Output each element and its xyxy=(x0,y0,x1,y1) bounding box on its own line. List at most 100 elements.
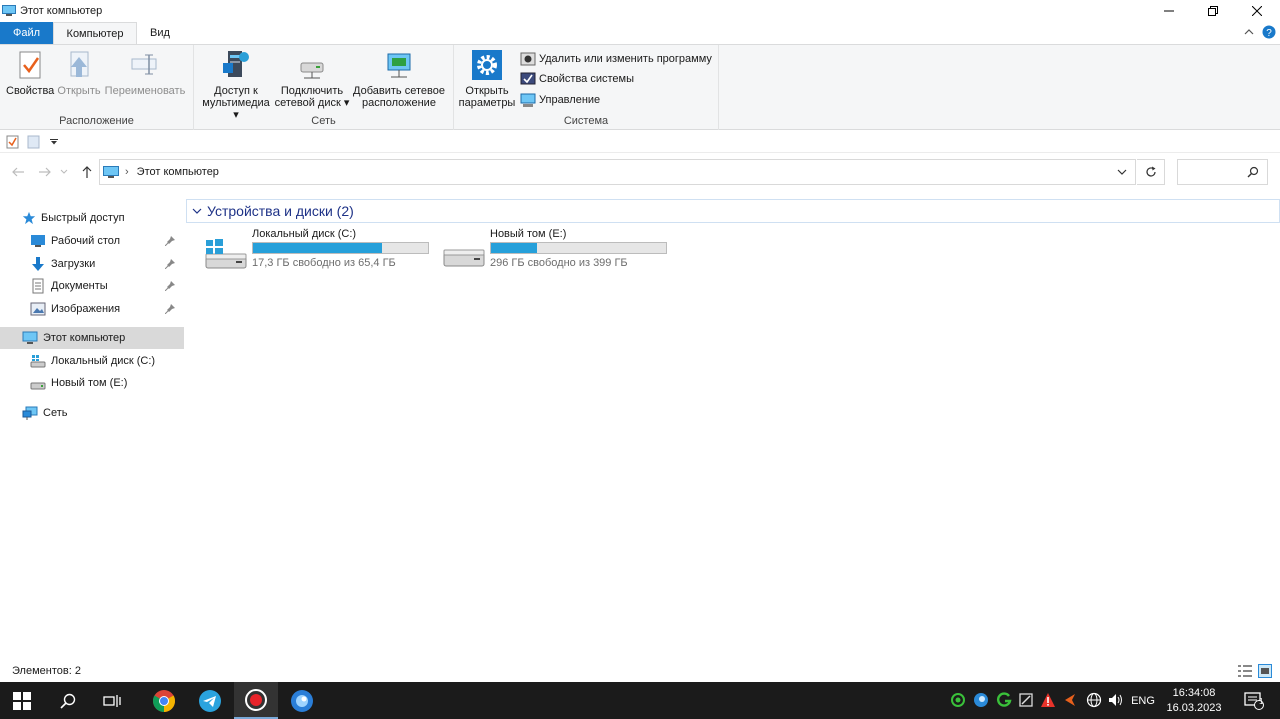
open-settings-button[interactable]: Открыть параметры xyxy=(456,49,518,109)
media-access-button[interactable]: Доступ к мультимедиа ▾ xyxy=(198,49,274,121)
ribbon-group-network: Доступ к мультимедиа ▾ Подключить сетево… xyxy=(194,45,454,130)
address-row: › Этот компьютер xyxy=(0,155,1280,189)
tab-computer[interactable]: Компьютер xyxy=(53,22,137,45)
minimize-button[interactable] xyxy=(1146,0,1192,22)
nav-item-network[interactable]: Сеть xyxy=(0,402,184,424)
chrome-icon xyxy=(153,689,175,712)
drive-item-c[interactable]: Локальный диск (C:) 17,3 ГБ свободно из … xyxy=(204,228,434,272)
breadcrumb-separator[interactable]: › xyxy=(125,166,129,178)
task-view-button[interactable] xyxy=(90,682,134,719)
qat-new-folder-icon[interactable] xyxy=(27,135,40,149)
content-pane: Устройства и диски (2) Локальный диск (C… xyxy=(186,196,1280,660)
telegram-icon xyxy=(199,689,221,712)
nav-item-documents[interactable]: Документы xyxy=(0,275,184,297)
map-drive-button[interactable]: Подключить сетевой диск ▾ xyxy=(274,49,350,109)
nav-item-drive-e[interactable]: Новый том (E:) xyxy=(0,372,184,394)
large-icons-view-icon[interactable] xyxy=(1258,664,1272,678)
navigation-pane: Быстрый доступ Рабочий стол Загрузки Док… xyxy=(0,200,184,660)
computer-management-icon xyxy=(520,93,536,107)
rename-icon xyxy=(131,54,157,75)
drive-item-e[interactable]: Новый том (E:) 296 ГБ свободно из 399 ГБ xyxy=(442,228,672,272)
ribbon-group-location: Свойства Открыть Переименовать Расположе… xyxy=(0,45,194,130)
this-pc-icon xyxy=(103,165,119,178)
taskbar-app[interactable] xyxy=(280,682,324,719)
taskbar-search-button[interactable] xyxy=(46,682,90,719)
start-button[interactable] xyxy=(0,682,44,719)
pin-icon[interactable] xyxy=(165,236,175,246)
nav-item-desktop[interactable]: Рабочий стол xyxy=(0,230,184,252)
system-drive-icon xyxy=(30,355,46,368)
details-view-icon[interactable] xyxy=(1238,665,1252,677)
uninstall-program-button[interactable]: Удалить или изменить программу xyxy=(520,50,712,68)
star-icon xyxy=(22,211,36,225)
ribbon: Свойства Открыть Переименовать Расположе… xyxy=(0,44,1280,130)
nav-item-drive-c[interactable]: Локальный диск (C:) xyxy=(0,350,184,372)
drive-icon xyxy=(443,249,485,267)
up-button[interactable] xyxy=(78,163,96,181)
address-bar[interactable]: › Этот компьютер xyxy=(99,159,1136,185)
drive-usage-fill xyxy=(491,243,537,253)
tray-g-icon[interactable] xyxy=(996,692,1012,708)
restore-button[interactable] xyxy=(1190,0,1236,22)
drive-free-space: 296 ГБ свободно из 399 ГБ xyxy=(490,257,628,269)
tray-blue-app-icon[interactable] xyxy=(973,692,989,708)
group-header-devices[interactable]: Устройства и диски (2) xyxy=(186,199,1280,223)
tab-file[interactable]: Файл xyxy=(0,22,53,44)
taskbar-chrome[interactable] xyxy=(142,682,186,719)
app-orb-icon xyxy=(291,689,313,712)
taskbar-recorder[interactable] xyxy=(234,682,278,719)
search-input[interactable] xyxy=(1177,159,1268,185)
ribbon-tabs: Файл Компьютер Вид ? xyxy=(0,22,1280,45)
chevron-down-icon xyxy=(60,169,68,174)
qat-customize-icon[interactable] xyxy=(50,139,58,145)
clock[interactable]: 16:34:08 16.03.2023 xyxy=(1160,682,1228,719)
nav-item-downloads[interactable]: Загрузки xyxy=(0,253,184,275)
forward-button[interactable] xyxy=(36,163,54,181)
globe-icon[interactable] xyxy=(1086,692,1102,708)
breadcrumb[interactable]: Этот компьютер xyxy=(137,166,219,178)
back-arrow-icon xyxy=(12,167,24,177)
media-server-icon xyxy=(223,51,249,77)
nav-item-pictures[interactable]: Изображения xyxy=(0,298,184,320)
windows-start-icon xyxy=(13,691,31,710)
notifications-button[interactable]: 1 xyxy=(1234,682,1274,719)
manage-button[interactable]: Управление xyxy=(520,91,600,109)
network-icon xyxy=(22,406,38,420)
pin-icon[interactable] xyxy=(165,281,175,291)
taskbar: ENG 16:34:08 16.03.2023 1 xyxy=(0,682,1280,719)
help-icon[interactable]: ? xyxy=(1262,25,1276,39)
recent-locations-button[interactable] xyxy=(59,163,69,181)
pin-icon[interactable] xyxy=(165,304,175,314)
taskbar-telegram[interactable] xyxy=(188,682,232,719)
system-properties-icon xyxy=(520,72,536,85)
tray-arrow-icon[interactable] xyxy=(1062,692,1078,708)
volume-icon[interactable] xyxy=(1108,692,1124,708)
tray-tool-icon[interactable] xyxy=(1018,692,1034,708)
rename-button[interactable]: Переименовать xyxy=(104,49,186,97)
close-button[interactable] xyxy=(1234,0,1280,22)
tab-view[interactable]: Вид xyxy=(137,22,183,44)
address-dropdown-icon[interactable] xyxy=(1117,169,1127,175)
nav-item-quick-access[interactable]: Быстрый доступ xyxy=(0,207,184,229)
back-button[interactable] xyxy=(9,163,27,181)
search-icon xyxy=(60,693,76,709)
collapse-ribbon-icon[interactable] xyxy=(1244,28,1254,36)
task-view-icon xyxy=(103,694,121,707)
tray-green-circle-icon[interactable] xyxy=(950,692,966,708)
nav-item-this-pc[interactable]: Этот компьютер xyxy=(0,327,184,349)
tray-warning-icon[interactable] xyxy=(1040,692,1056,708)
open-button[interactable]: Открыть xyxy=(56,49,102,97)
this-pc-icon xyxy=(2,5,16,16)
drive-name: Новый том (E:) xyxy=(490,228,567,240)
system-properties-button[interactable]: Свойства системы xyxy=(520,70,634,88)
window-title: Этот компьютер xyxy=(20,5,103,17)
refresh-button[interactable] xyxy=(1137,159,1165,185)
group-label-location: Расположение xyxy=(59,115,134,127)
language-indicator[interactable]: ENG xyxy=(1128,682,1158,719)
properties-button[interactable]: Свойства xyxy=(6,49,54,97)
pin-icon[interactable] xyxy=(165,259,175,269)
add-network-location-button[interactable]: Добавить сетевое расположение xyxy=(352,49,446,109)
qat-properties-icon[interactable] xyxy=(6,135,19,149)
uninstall-icon xyxy=(520,52,536,66)
refresh-icon xyxy=(1145,166,1156,177)
